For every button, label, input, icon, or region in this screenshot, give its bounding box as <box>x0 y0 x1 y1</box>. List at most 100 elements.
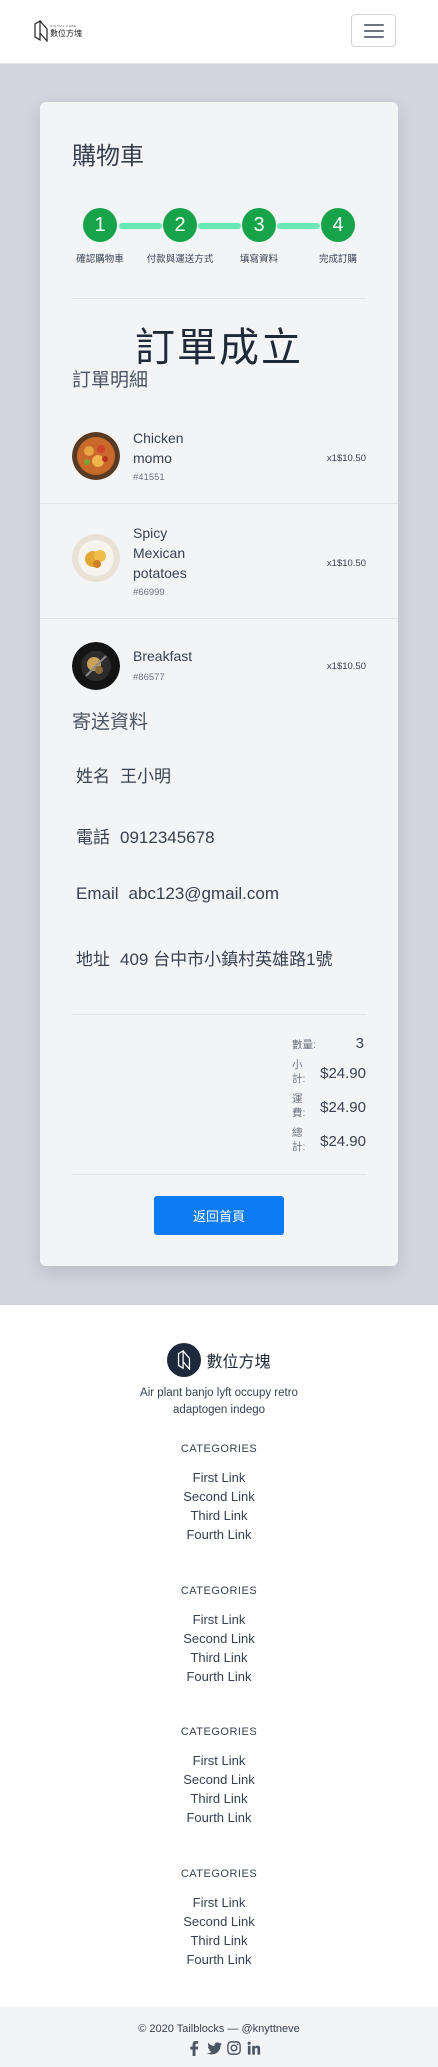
step-1: 1 確認購物車 <box>60 208 140 265</box>
item-qty-price: x1$10.50 <box>326 558 366 569</box>
step-label: 付款與運送方式 <box>146 254 214 265</box>
order-item: Breakfast #86577 x1$10.50 <box>72 642 366 692</box>
checkout-stepper: 1 確認購物車 2 付款與運送方式 3 填寫資料 4 完成訂購 <box>40 202 398 265</box>
footer-link[interactable]: Second Link <box>0 1770 438 1789</box>
shipping-label: 地址 <box>76 950 110 969</box>
shipping-label: 姓名 <box>76 767 110 786</box>
footer-bottom-bar: © 2020 Tailblocks — @knyttneve <box>0 2007 438 2067</box>
cart-card: 購物車 1 確認購物車 2 付款與運送方式 3 填寫資料 4 完成訂購 訂單成立… <box>40 102 398 1266</box>
item-sku: #41551 <box>133 472 165 483</box>
item-name: Spicy Mexican potatoes <box>133 525 187 581</box>
logo-subtitle: DIGITAL CUBE <box>50 23 77 28</box>
footer-link[interactable]: Second Link <box>0 1629 438 1648</box>
footer-link[interactable]: First Link <box>0 1610 438 1629</box>
facebook-icon[interactable] <box>186 2040 202 2056</box>
shipping-value: abc123@gmail.com <box>128 884 280 903</box>
site-header: DIGITAL CUBE 數位方塊 <box>0 0 438 64</box>
breakfast-image <box>72 642 120 690</box>
item-qty-price: x1$10.50 <box>326 453 366 464</box>
item-sku: #66999 <box>133 587 165 598</box>
footer-column-title: CATEGORIES <box>180 1726 258 1738</box>
shipping-email-row: Email abc123@gmail.com <box>76 884 279 904</box>
twitter-icon[interactable] <box>206 2040 222 2056</box>
footer-column-title: CATEGORIES <box>180 1585 258 1597</box>
footer-column: CATEGORIES First Link Second Link Third … <box>0 1585 438 1686</box>
order-details-title: 訂單明細 <box>72 370 149 391</box>
total-value: $24.90 <box>320 1133 366 1150</box>
footer-link[interactable]: First Link <box>0 1751 438 1770</box>
hamburger-icon <box>364 24 384 26</box>
step-2: 2 付款與運送方式 <box>140 208 220 265</box>
shipping-phone-row: 電話 0912345678 <box>76 823 215 848</box>
quantity-label: 數量: <box>292 1039 316 1051</box>
shipping-address-row: 地址 409 台中市小鎮村英雄路1號 <box>76 945 333 970</box>
divider <box>40 503 398 504</box>
footer-brand-name: 數位方塊 <box>206 1354 271 1371</box>
shipping-fee-value: $24.90 <box>320 1099 366 1116</box>
copyright-text: © 2020 Tailblocks — @knyttneve <box>138 2023 300 2035</box>
shipping-value: 王小明 <box>120 767 171 786</box>
divider <box>72 1174 366 1175</box>
step-label: 完成訂購 <box>318 254 357 265</box>
back-to-home-button[interactable]: 返回首頁 <box>154 1196 284 1235</box>
quantity-value: 3 <box>355 1035 364 1052</box>
cart-title: 購物車 <box>72 143 144 170</box>
step-number: 4 <box>321 208 355 242</box>
logo-name: 數位方塊 <box>50 28 82 38</box>
shipping-label: 電話 <box>76 828 110 847</box>
footer-link[interactable]: Third Link <box>0 1506 438 1525</box>
item-name: Breakfast <box>133 648 193 664</box>
divider <box>72 298 366 299</box>
footer-column: CATEGORIES First Link Second Link Third … <box>0 1726 438 1827</box>
shipping-name-row: 姓名 王小明 <box>76 762 171 787</box>
footer-link[interactable]: Second Link <box>0 1912 438 1931</box>
footer-column: CATEGORIES First Link Second Link Third … <box>0 1868 438 1969</box>
cube-logo-icon <box>34 20 48 42</box>
footer-link[interactable]: Third Link <box>0 1789 438 1808</box>
footer-link[interactable]: Fourth Link <box>0 1808 438 1827</box>
footer-link[interactable]: Second Link <box>0 1487 438 1506</box>
spicy-potatoes-image <box>72 534 120 582</box>
shipping-label: Email <box>76 884 119 903</box>
footer-link[interactable]: Fourth Link <box>0 1525 438 1544</box>
footer-link[interactable]: Third Link <box>0 1931 438 1950</box>
shipping-value: 409 台中市小鎮村英雄路1號 <box>120 950 333 969</box>
footer-link[interactable]: First Link <box>0 1468 438 1487</box>
subtotal-label: 小計: <box>292 1059 306 1085</box>
instagram-icon[interactable] <box>226 2040 242 2056</box>
hamburger-icon-bar <box>364 30 384 32</box>
item-sku: #86577 <box>133 672 165 683</box>
divider <box>40 618 398 619</box>
footer-link[interactable]: Fourth Link <box>0 1950 438 1969</box>
footer-link[interactable]: First Link <box>0 1893 438 1912</box>
footer-description: Air plant banjo lyft occupy retro adapto… <box>140 1387 298 1416</box>
order-item: Chicken momo #41551 x1$10.50 <box>72 428 366 488</box>
chicken-momo-image <box>72 432 120 480</box>
step-label: 確認購物車 <box>76 254 124 265</box>
step-4: 4 完成訂購 <box>298 208 378 265</box>
cube-logo-icon <box>167 1343 202 1377</box>
step-label: 填寫資料 <box>239 254 278 265</box>
step-number: 3 <box>242 208 276 242</box>
step-number: 2 <box>163 208 197 242</box>
hamburger-menu-button[interactable] <box>351 14 396 47</box>
step-3: 3 填寫資料 <box>219 208 299 265</box>
shipping-info-title: 寄送資料 <box>72 712 149 733</box>
footer-brand[interactable]: 數位方塊 <box>0 1343 438 1377</box>
social-links <box>186 2040 262 2056</box>
footer-link[interactable]: Third Link <box>0 1648 438 1667</box>
divider <box>72 1014 366 1015</box>
step-number: 1 <box>83 208 117 242</box>
shipping-fee-label: 運費: <box>292 1093 306 1119</box>
footer-column-title: CATEGORIES <box>180 1868 258 1880</box>
site-logo[interactable]: DIGITAL CUBE 數位方塊 <box>34 20 82 42</box>
footer-link[interactable]: Fourth Link <box>0 1667 438 1686</box>
hamburger-icon-bar <box>364 36 384 38</box>
order-item: Spicy Mexican potatoes #66999 x1$10.50 <box>72 523 366 603</box>
item-qty-price: x1$10.50 <box>326 661 366 672</box>
footer-column: CATEGORIES First Link Second Link Third … <box>0 1443 438 1544</box>
shipping-value: 0912345678 <box>120 828 215 847</box>
site-footer: 數位方塊 Air plant banjo lyft occupy retro a… <box>0 1305 438 2007</box>
footer-column-title: CATEGORIES <box>180 1443 258 1455</box>
linkedin-icon[interactable] <box>246 2040 262 2056</box>
